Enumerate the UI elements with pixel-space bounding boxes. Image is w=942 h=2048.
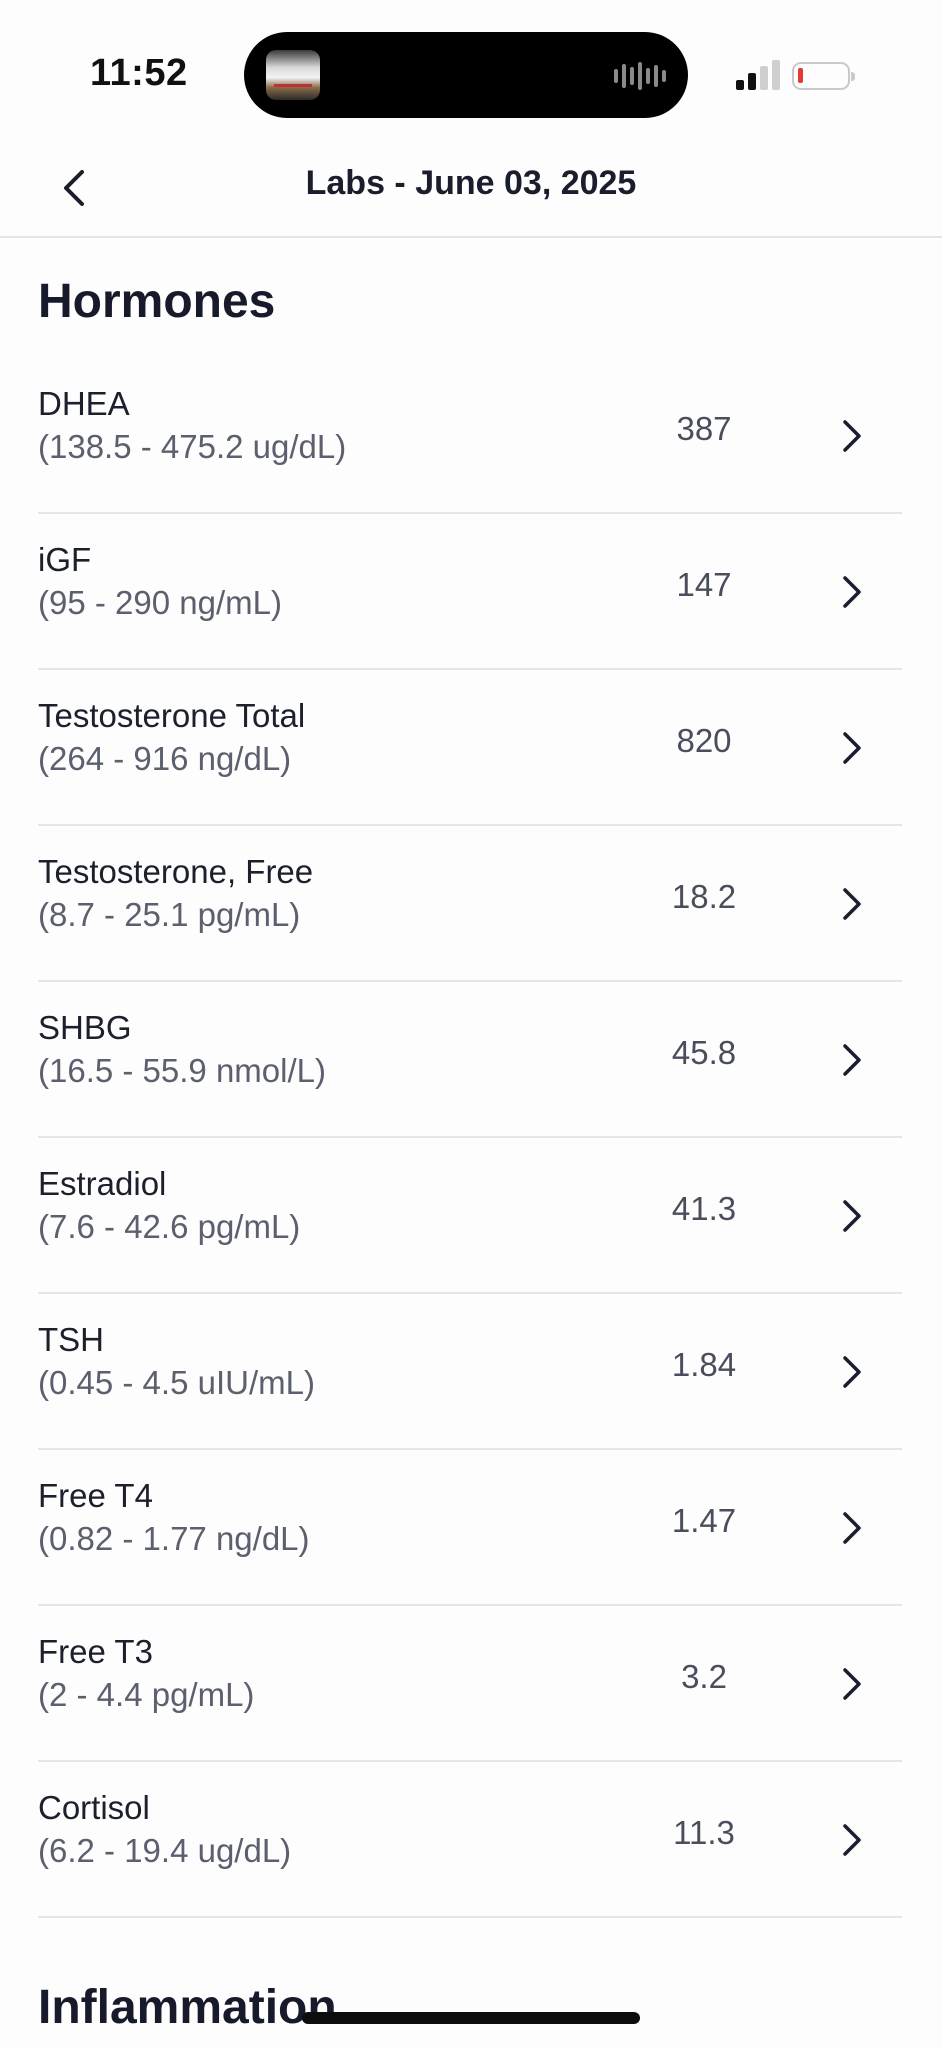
chevron-right-icon (832, 1500, 872, 1556)
lab-row[interactable]: Free T4 (0.82 - 1.77 ng/dL) 1.47 (38, 1450, 902, 1606)
lab-value: 1.84 (671, 1346, 737, 1383)
lab-name: Testosterone, Free (38, 853, 314, 890)
audio-waveform-icon (614, 62, 666, 90)
lab-reference-range: (7.6 - 42.6 pg/mL) (38, 1208, 301, 1245)
now-playing-artwork (266, 50, 320, 100)
lab-row[interactable]: Free T3 (2 - 4.4 pg/mL) 3.2 (38, 1606, 902, 1762)
lab-reference-range: (8.7 - 25.1 pg/mL) (38, 896, 301, 933)
lab-reference-range: (0.45 - 4.5 uIU/mL) (38, 1364, 315, 1401)
lab-row[interactable]: Testosterone Total (264 - 916 ng/dL) 820 (38, 670, 902, 826)
lab-value: 820 (676, 722, 732, 759)
nav-header: Labs - June 03, 2025 (0, 140, 942, 238)
chevron-right-icon (832, 720, 872, 776)
lab-reference-range: (2 - 4.4 pg/mL) (38, 1676, 255, 1713)
chevron-right-icon (832, 1656, 872, 1712)
lab-reference-range: (264 - 916 ng/dL) (38, 740, 292, 777)
lab-reference-range: (95 - 290 ng/mL) (38, 584, 282, 621)
lab-value: 11.3 (673, 1814, 735, 1851)
status-time: 11:52 (90, 52, 188, 94)
section-title-inflammation: Inflammation (38, 1981, 337, 2034)
dynamic-island[interactable] (244, 32, 688, 118)
lab-name: TSH (38, 1321, 104, 1358)
chevron-right-icon (832, 1344, 872, 1400)
chevron-right-icon (832, 564, 872, 620)
chevron-right-icon (832, 408, 872, 464)
home-indicator[interactable] (302, 2012, 640, 2024)
lab-name: SHBG (38, 1009, 132, 1046)
lab-value: 18.2 (671, 878, 737, 915)
lab-name: Free T4 (38, 1477, 153, 1514)
lab-reference-range: (0.82 - 1.77 ng/dL) (38, 1520, 310, 1557)
lab-reference-range: (16.5 - 55.9 nmol/L) (38, 1052, 326, 1089)
lab-name: Estradiol (38, 1165, 167, 1202)
lab-name: Testosterone Total (38, 697, 306, 734)
lab-value: 3.2 (681, 1658, 727, 1695)
lab-value: 387 (676, 410, 732, 447)
lab-row[interactable]: DHEA (138.5 - 475.2 ug/dL) 387 (38, 358, 902, 514)
lab-value: 147 (676, 566, 732, 603)
chevron-right-icon (832, 876, 872, 932)
lab-row[interactable]: Estradiol (7.6 - 42.6 pg/mL) 41.3 (38, 1138, 902, 1294)
status-bar: 11:52 (0, 0, 942, 140)
chevron-right-icon (832, 1812, 872, 1868)
lab-name: iGF (38, 541, 92, 578)
battery-low-icon (792, 62, 855, 90)
hormones-lab-list: DHEA (138.5 - 475.2 ug/dL) 387 iGF (95 -… (38, 358, 902, 1918)
lab-value: 45.8 (671, 1034, 737, 1071)
chevron-right-icon (832, 1188, 872, 1244)
page-title: Labs - June 03, 2025 (305, 164, 637, 202)
section-title-hormones: Hormones (38, 275, 276, 328)
lab-row[interactable]: TSH (0.45 - 4.5 uIU/mL) 1.84 (38, 1294, 902, 1450)
lab-row[interactable]: SHBG (16.5 - 55.9 nmol/L) 45.8 (38, 982, 902, 1138)
lab-reference-range: (6.2 - 19.4 ug/dL) (38, 1832, 292, 1869)
lab-value: 1.47 (671, 1502, 737, 1539)
lab-row[interactable]: iGF (95 - 290 ng/mL) 147 (38, 514, 902, 670)
cellular-signal-icon (736, 60, 780, 90)
lab-name: Cortisol (38, 1789, 150, 1826)
chevron-right-icon (832, 1032, 872, 1088)
lab-row[interactable]: Testosterone, Free (8.7 - 25.1 pg/mL) 18… (38, 826, 902, 982)
lab-name: Free T3 (38, 1633, 153, 1670)
lab-reference-range: (138.5 - 475.2 ug/dL) (38, 428, 347, 465)
lab-value: 41.3 (671, 1190, 737, 1227)
lab-row[interactable]: Cortisol (6.2 - 19.4 ug/dL) 11.3 (38, 1762, 902, 1918)
lab-name: DHEA (38, 385, 130, 422)
battery-level (798, 68, 803, 83)
